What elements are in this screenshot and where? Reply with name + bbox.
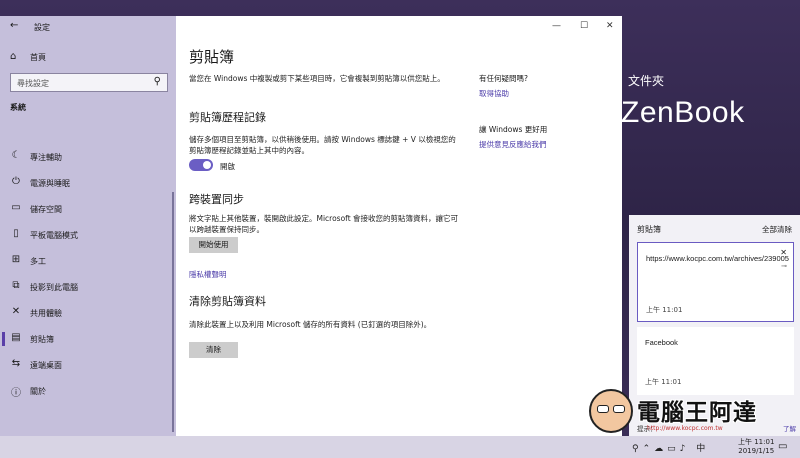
sidebar-item-label: 專注輔助 [30, 153, 62, 162]
shared-icon: ✕ [11, 306, 21, 317]
make-better-title: 讓 Windows 更好用 [479, 125, 548, 134]
sidebar-item-label: 儲存空間 [30, 205, 62, 214]
mascot-face-icon [589, 389, 633, 433]
storage-icon: ▭ [11, 202, 21, 213]
sidebar-item-focus-assist[interactable]: ☾ 專注輔助 [0, 146, 176, 168]
page-title: 剪貼簿 [189, 48, 235, 66]
project-icon: ⧉ [12, 280, 20, 291]
home-icon: ⌂ [10, 51, 17, 62]
sidebar-item-label: 共用體驗 [30, 309, 62, 318]
sidebar-item-about[interactable]: ⓘ 關於 [0, 380, 176, 402]
sidebar-titlebar: ← 設定 [0, 16, 176, 38]
taskbar: ⚲⌃☁▭♪ 中 上午 11:01 2019/1/15 ▭ [0, 436, 800, 458]
watermark-text: 電腦王阿達 [637, 400, 757, 426]
sync-heading: 跨裝置同步 [189, 193, 244, 206]
sidebar-item-power[interactable]: ⏻ 電源與睡眠 [0, 172, 176, 194]
sidebar-item-clipboard[interactable]: ▤ 剪貼簿 [0, 328, 176, 350]
sidebar-item-label: 平板電腦模式 [30, 231, 78, 240]
settings-content-pane: — ☐ ✕ 剪貼簿 當您在 Windows 中複製或剪下某些項目時，它會複製到剪… [176, 16, 622, 436]
clear-button[interactable]: 清除 [189, 342, 238, 358]
clipboard-item-time: 上午 11:01 [646, 306, 683, 314]
sidebar-item-project[interactable]: ⧉ 投影到此電腦 [0, 276, 176, 298]
sidebar-item-label: 電源與睡眠 [30, 179, 70, 188]
feedback-link[interactable]: 提供意見反應給我們 [479, 139, 547, 150]
toggle-knob [203, 161, 211, 169]
sidebar-item-home[interactable]: ⌂ 首頁 [0, 46, 176, 68]
sidebar-item-label: 關於 [30, 387, 46, 396]
taskbar-date: 2019/1/15 [738, 447, 775, 455]
clipboard-icon: ▤ [11, 332, 21, 343]
clipboard-item-text: https://www.kocpc.com.tw/archives/239005 [646, 254, 789, 263]
search-icon: ⚲ [153, 76, 161, 87]
privacy-link[interactable]: 隱私權聲明 [189, 269, 227, 280]
clear-all-button[interactable]: 全部清除 [762, 224, 792, 235]
clipboard-panel-title: 剪貼簿 [637, 225, 661, 234]
settings-sidebar: ← 設定 ⌂ 首頁 尋找設定 ⚲ 系統 ☾ 專注輔助 ⏻ 電源與睡眠 ▭ 儲存空… [0, 16, 176, 436]
history-heading: 剪貼簿歷程記錄 [189, 111, 266, 124]
get-started-button[interactable]: 開始使用 [189, 237, 238, 253]
maximize-icon[interactable]: ☐ [580, 21, 588, 31]
close-icon[interactable]: ✕ [606, 21, 614, 31]
get-help-link[interactable]: 取得協助 [479, 88, 509, 99]
history-description: 儲存多個項目至剪貼簿，以供稍後使用。請按 Windows 標誌鍵 + V 以檢視… [189, 135, 456, 155]
sidebar-scrollbar[interactable] [172, 192, 174, 432]
clipboard-item[interactable]: https://www.kocpc.com.tw/archives/239005… [637, 242, 794, 322]
search-placeholder: 尋找設定 [17, 79, 49, 88]
back-arrow-icon[interactable]: ← [10, 20, 18, 31]
sidebar-item-storage[interactable]: ▭ 儲存空間 [0, 198, 176, 220]
tablet-icon: ▯ [13, 228, 19, 239]
help-title: 有任何疑問嗎? [479, 74, 528, 83]
moon-icon: ☾ [11, 150, 21, 161]
info-icon: ⓘ [11, 388, 21, 399]
pin-icon[interactable]: ⊸ [781, 262, 787, 270]
desktop-brand-text: ZenBook [621, 96, 745, 129]
sidebar-item-shared[interactable]: ✕ 共用體驗 [0, 302, 176, 324]
system-tray-icons[interactable]: ⚲⌃☁▭♪ 中 [632, 441, 709, 454]
watermark-logo: 電腦王阿達 http://www.kocpc.com.tw [585, 385, 800, 437]
sidebar-item-remote-desktop[interactable]: ⇆ 遠端桌面 [0, 354, 176, 376]
glasses-left-icon [597, 405, 609, 413]
sidebar-item-tablet-mode[interactable]: ▯ 平板電腦模式 [0, 224, 176, 246]
sidebar-item-label: 首頁 [30, 53, 46, 62]
minimize-icon[interactable]: — [552, 21, 561, 31]
sidebar-item-label: 遠端桌面 [30, 361, 62, 370]
taskbar-time: 上午 11:01 [738, 438, 775, 446]
window-title: 設定 [34, 23, 50, 32]
desktop-folder-label[interactable]: 文件夾 [628, 72, 664, 89]
sidebar-item-multitasking[interactable]: ⊞ 多工 [0, 250, 176, 272]
clipboard-item-text: Facebook [645, 338, 678, 347]
close-icon[interactable]: ✕ [780, 248, 787, 257]
sidebar-section-heading: 系統 [10, 103, 26, 112]
clear-description: 清除此裝置上以及利用 Microsoft 儲存的所有資料 (已釘選的項目除外)。 [189, 320, 432, 329]
sync-description: 將文字貼上其他裝置，裝開啟此設定。Microsoft 會接收您的剪貼簿資料，讓它… [189, 214, 459, 234]
multitask-icon: ⊞ [11, 254, 21, 265]
remote-icon: ⇆ [11, 358, 21, 369]
taskbar-clock[interactable]: 上午 11:01 2019/1/15 [738, 438, 774, 456]
clear-heading: 清除剪貼簿資料 [189, 295, 266, 308]
sidebar-item-label: 剪貼簿 [30, 335, 54, 344]
intro-text: 當您在 Windows 中複製或剪下某些項目時，它會複製到剪貼簿以供您貼上。 [189, 74, 445, 83]
sidebar-item-label: 投影到此電腦 [30, 283, 78, 292]
sidebar-item-label: 多工 [30, 257, 46, 266]
power-icon: ⏻ [12, 176, 20, 187]
toggle-label: 開啟 [220, 162, 235, 171]
history-toggle[interactable] [189, 159, 213, 171]
notification-icon[interactable]: ▭ [778, 441, 787, 452]
watermark-url: http://www.kocpc.com.tw [647, 425, 723, 432]
glasses-right-icon [613, 405, 625, 413]
search-input[interactable]: 尋找設定 ⚲ [10, 73, 168, 92]
